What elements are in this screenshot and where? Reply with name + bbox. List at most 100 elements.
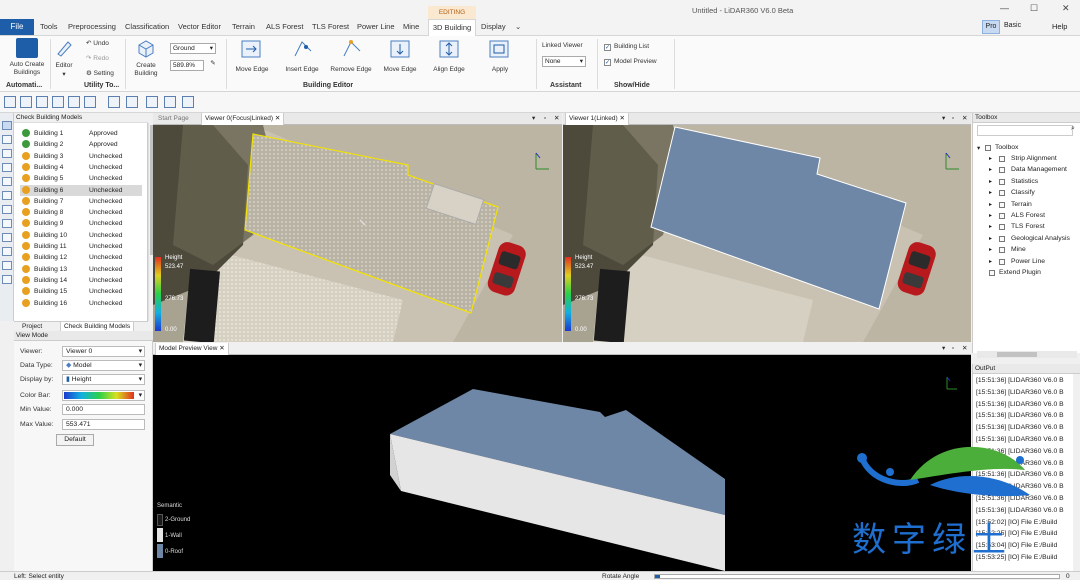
tab-project[interactable]: Project xyxy=(22,323,42,330)
view-icon-7[interactable] xyxy=(2,219,12,228)
move-edge-2-button[interactable]: Move Edge xyxy=(378,66,422,74)
align-edge-button[interactable]: Align Edge xyxy=(427,66,471,74)
toolbox-root[interactable]: Toolbox xyxy=(995,144,1018,151)
maximize-icon[interactable]: ☐ xyxy=(1030,3,1038,14)
default-button[interactable]: Default xyxy=(56,434,94,446)
display-by-select[interactable]: ▮ Height ▾ xyxy=(62,374,145,385)
list-item[interactable]: Building 2 Approved xyxy=(20,139,142,150)
tab-display[interactable]: Display xyxy=(481,22,506,31)
pin-icon[interactable]: ▾ xyxy=(939,113,948,125)
toolbox-scrollbar[interactable] xyxy=(977,351,1077,358)
tree-expand-icon[interactable]: ▸ xyxy=(989,223,992,230)
output-scrollbar[interactable] xyxy=(1073,374,1080,571)
list-item[interactable]: Building 7 Unchecked xyxy=(20,196,142,207)
help-menu[interactable]: Help xyxy=(1052,22,1067,31)
tree-expand-icon[interactable]: ▸ xyxy=(989,178,992,185)
tab-3d-building[interactable]: 3D Building xyxy=(428,19,476,36)
list-item[interactable]: Building 4 Unchecked xyxy=(20,162,142,173)
pointer-icon[interactable] xyxy=(2,121,12,130)
tab-terrain[interactable]: Terrain xyxy=(232,22,255,31)
list-item[interactable]: Building 12 Unchecked xyxy=(20,252,142,263)
toolbox-item[interactable]: Geological Analysis xyxy=(1011,235,1070,242)
toolbox-item[interactable]: Terrain xyxy=(1011,201,1032,208)
auto-create-icon[interactable] xyxy=(16,38,38,58)
tab-viewer-0[interactable]: Viewer 0(Focus|Linked) ✕ xyxy=(201,113,285,125)
view-icon-2[interactable] xyxy=(2,149,12,158)
view-icon-9[interactable] xyxy=(2,275,12,284)
corner-tool-icon[interactable] xyxy=(52,96,64,108)
split-view-icon[interactable] xyxy=(182,96,194,108)
tree-expand-icon[interactable]: ▸ xyxy=(989,166,992,173)
list-item[interactable]: Building 5 Unchecked xyxy=(20,173,142,184)
view-2d-icon[interactable] xyxy=(2,247,12,256)
tree-expand-icon[interactable]: ▸ xyxy=(989,155,992,162)
tab-tls-forest[interactable]: TLS Forest xyxy=(312,22,349,31)
file-menu-tab[interactable]: File xyxy=(0,19,34,35)
ground-select[interactable]: Ground ▾ xyxy=(170,43,216,54)
tab-start-page[interactable]: Start Page xyxy=(155,113,192,125)
toolbox-item[interactable]: Power Line xyxy=(1011,258,1045,265)
rotate-angle-slider[interactable] xyxy=(654,574,1060,579)
redo-button[interactable]: ↷ Redo xyxy=(86,55,116,63)
list-item[interactable]: Building 3 Unchecked xyxy=(20,151,142,162)
toolbox-item[interactable]: ALS Forest xyxy=(1011,212,1045,219)
close-pane-icon[interactable]: ✕ xyxy=(551,113,562,125)
tree-expand-icon[interactable]: ▸ xyxy=(989,189,992,196)
max-value-input[interactable]: 553.471 xyxy=(62,419,145,430)
select-tool-icon[interactable] xyxy=(4,96,16,108)
rotate-slider-thumb[interactable] xyxy=(655,575,660,578)
merge-tool-icon[interactable] xyxy=(84,96,96,108)
undo-button[interactable]: ↶ Undo xyxy=(86,40,116,48)
tab-classification[interactable]: Classification xyxy=(125,22,169,31)
toolbox-scroll-thumb[interactable] xyxy=(997,352,1037,357)
list-item[interactable]: Building 16 Unchecked xyxy=(20,298,142,309)
tree-expand-icon[interactable]: ▸ xyxy=(989,258,992,265)
tree-expand-icon[interactable]: ▸ xyxy=(989,235,992,242)
viewer-0-canvas[interactable] xyxy=(153,125,562,342)
close-tab-icon[interactable]: ✕ xyxy=(219,345,224,352)
view-icon-5[interactable] xyxy=(2,191,12,200)
close-tab-icon[interactable]: ✕ xyxy=(275,115,280,122)
search-icon[interactable]: ⌕ xyxy=(1071,125,1075,133)
float-icon[interactable]: ▫ xyxy=(541,113,549,125)
model-preview-canvas[interactable] xyxy=(153,355,971,571)
toolbox-item[interactable]: Classify xyxy=(1011,189,1035,196)
list-item[interactable]: Building 14 Unchecked xyxy=(20,275,142,286)
view-icon-6[interactable] xyxy=(2,205,12,214)
minimize-icon[interactable]: — xyxy=(1000,3,1009,13)
vertex-tool-icon[interactable] xyxy=(20,96,32,108)
data-type-select[interactable]: ◆ Model ▾ xyxy=(62,360,145,371)
delete-tool-icon[interactable] xyxy=(126,96,138,108)
insert-edge-button[interactable]: Insert Edge xyxy=(280,66,324,74)
viewer-1-canvas[interactable] xyxy=(563,125,971,342)
pro-mode-button[interactable]: Pro xyxy=(982,20,1000,34)
list-item[interactable]: Building 10 Unchecked xyxy=(20,230,142,241)
editor-button[interactable]: Editor xyxy=(51,62,77,70)
remove-edge-icon[interactable] xyxy=(341,39,363,59)
view-icon-3[interactable] xyxy=(2,163,12,172)
list-item[interactable]: Building 8 Unchecked xyxy=(20,207,142,218)
close-icon[interactable]: ✕ xyxy=(1062,3,1070,14)
split-tool-icon[interactable] xyxy=(68,96,80,108)
float-icon[interactable]: ▫ xyxy=(949,343,957,355)
move-edge-button[interactable]: Move Edge xyxy=(230,66,274,74)
model-preview-checkbox[interactable]: ✓ xyxy=(604,59,611,66)
close-pane-icon[interactable]: ✕ xyxy=(959,343,970,355)
list-item[interactable]: Building 1 Approved xyxy=(20,128,142,139)
linked-viewer-select[interactable]: None ▾ xyxy=(542,56,586,67)
toolbox-search-input[interactable] xyxy=(977,125,1073,136)
view-icon-1[interactable] xyxy=(2,135,12,144)
tree-expand-icon[interactable]: ▸ xyxy=(989,212,992,219)
tab-vector-editor[interactable]: Vector Editor xyxy=(178,22,221,31)
tab-tools[interactable]: Tools xyxy=(40,22,58,31)
list-item[interactable]: Building 6 Unchecked xyxy=(20,184,142,196)
insert-edge-icon[interactable] xyxy=(292,39,314,59)
tree-expand-icon[interactable]: ▸ xyxy=(989,246,992,253)
rectangle-tool-icon[interactable] xyxy=(108,96,120,108)
editor-dropdown-icon[interactable]: ▾ xyxy=(60,71,68,79)
tab-model-preview[interactable]: Model Preview View ✕ xyxy=(155,343,229,355)
tab-mine[interactable]: Mine xyxy=(403,22,419,31)
building-list-checkbox[interactable]: ✓ xyxy=(604,44,611,51)
tab-viewer-1[interactable]: Viewer 1(Linked) ✕ xyxy=(565,113,629,125)
create-building-button[interactable]: Create Building xyxy=(128,62,164,78)
